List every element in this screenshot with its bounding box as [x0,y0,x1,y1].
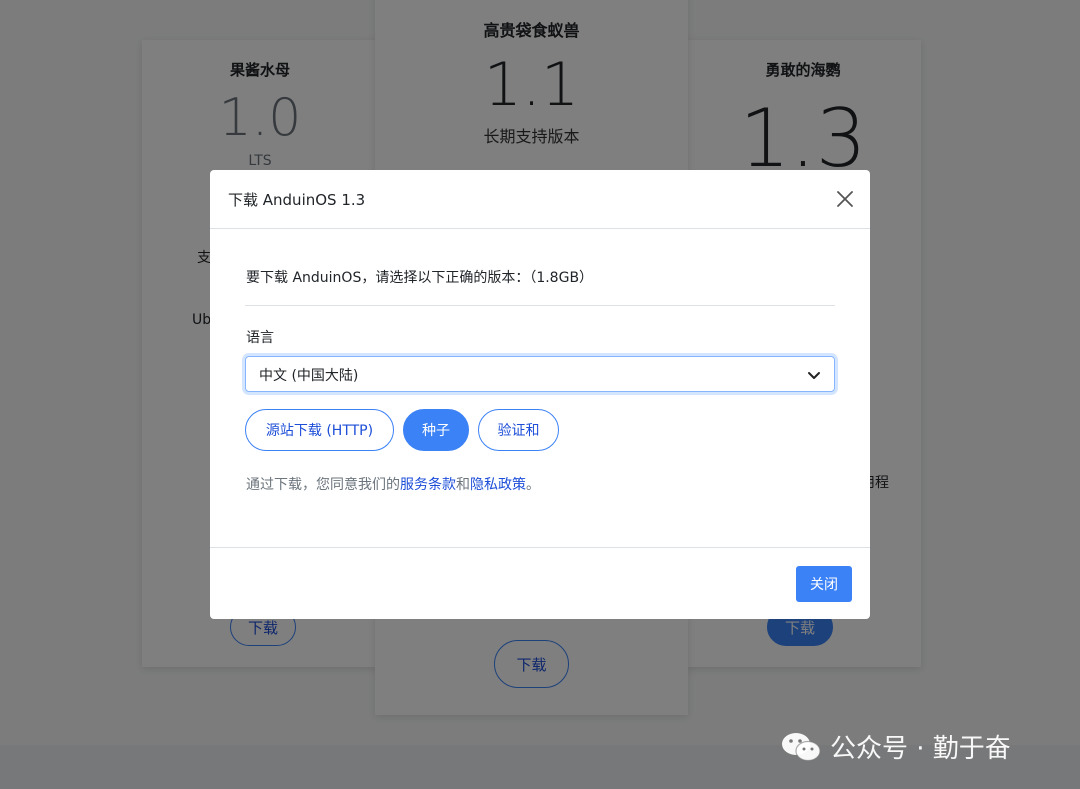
torrent-button[interactable]: 种子 [403,409,469,451]
language-select-value: 中文 (中国大陆) [259,368,359,384]
modal-header: 下载 AnduinOS 1.3 [210,170,870,229]
terms-suffix: 。 [526,477,540,493]
chevron-down-icon [806,367,822,383]
download-modal: 下载 AnduinOS 1.3 要下载 AnduinOS，请选择以下正确的版本：… [210,170,870,619]
watermark: 公众号 · 勤于奋 [780,728,1011,765]
wechat-icon [780,730,822,764]
terms-of-service-link[interactable]: 服务条款 [400,477,456,493]
http-download-button[interactable]: 源站下载 (HTTP) [245,409,394,451]
download-intro-text: 要下载 AnduinOS，请选择以下正确的版本：（1.8GB） [246,270,594,286]
checksum-button[interactable]: 验证和 [478,409,559,451]
divider [245,305,835,306]
modal-footer-divider [210,547,870,548]
page: 果酱水母 1.0 LTS 支 Ub 下载 高贵袋食蚁兽 1.1 长期支持版本 下… [0,0,1080,789]
terms-and: 和 [456,477,470,493]
terms-prefix: 通过下载，您同意我们的 [246,477,400,493]
privacy-policy-link[interactable]: 隐私政策 [470,477,526,493]
watermark-text: 公众号 · 勤于奋 [830,734,1011,764]
modal-title: 下载 AnduinOS 1.3 [228,191,366,209]
close-icon[interactable] [833,187,857,211]
language-label: 语言 [246,330,274,346]
close-button[interactable]: 关闭 [796,566,852,602]
language-select[interactable]: 中文 (中国大陆) [245,356,835,392]
terms-text: 通过下载，您同意我们的服务条款和隐私政策。 [246,474,540,494]
